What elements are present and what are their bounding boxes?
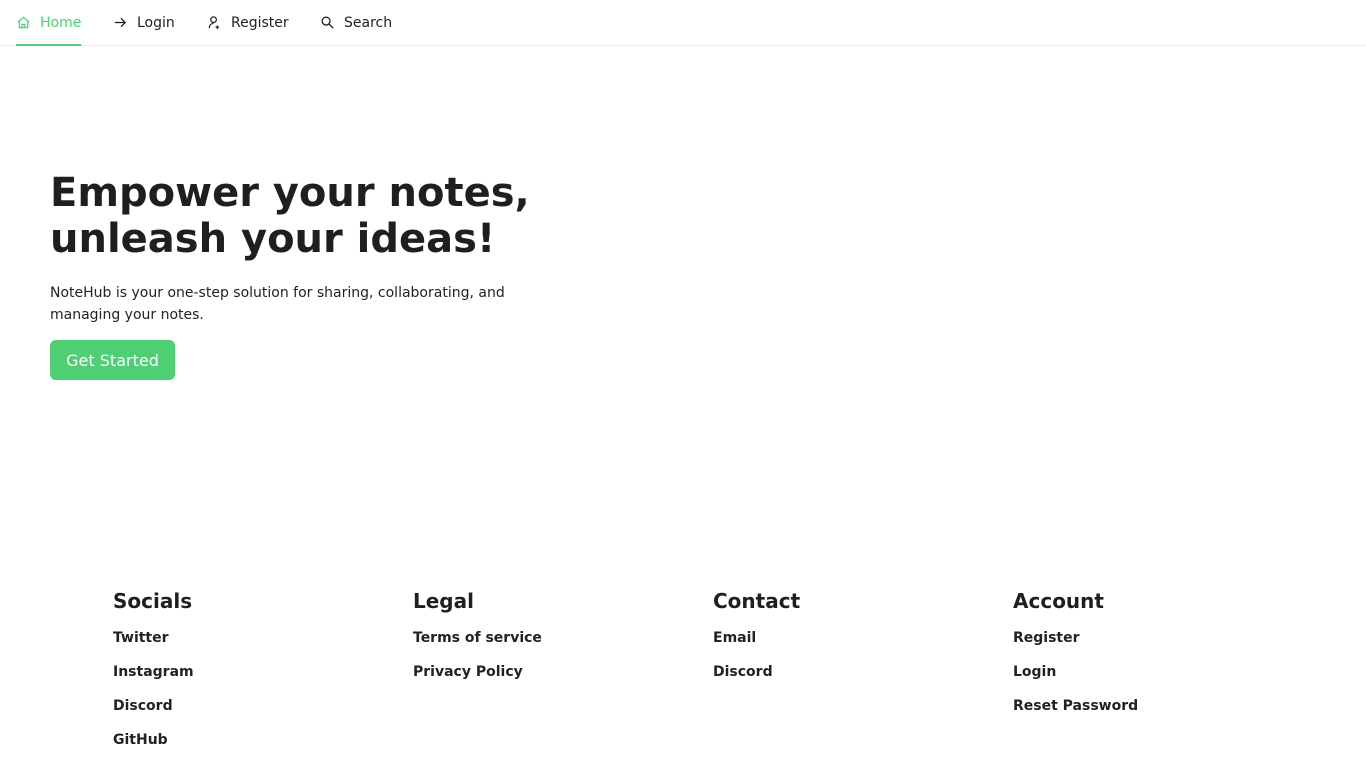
- nav-home-label: Home: [40, 14, 82, 31]
- nav-login[interactable]: Login: [113, 0, 175, 45]
- footer-link-twitter[interactable]: Twitter: [113, 621, 393, 655]
- nav-login-label: Login: [137, 14, 175, 31]
- hero-description: NoteHub is your one-step solution for sh…: [50, 285, 505, 323]
- footer-link-discord-contact[interactable]: Discord: [713, 655, 993, 689]
- footer-column-account: Account Register Login Reset Password: [1013, 588, 1293, 723]
- hero-title-line2: unleash your ideas!: [50, 216, 496, 262]
- footer-column-contact: Contact Email Discord: [713, 588, 993, 689]
- footer-link-terms[interactable]: Terms of service: [413, 621, 693, 655]
- footer-link-instagram[interactable]: Instagram: [113, 655, 393, 689]
- arrow-right-icon: [114, 17, 127, 28]
- nav-register[interactable]: Register: [207, 0, 289, 45]
- nav-home[interactable]: Home: [16, 0, 82, 46]
- home-icon: [17, 16, 30, 29]
- footer-heading: Account: [1013, 589, 1104, 613]
- footer-heading: Socials: [113, 589, 193, 613]
- hero-title: Empower your notes, unleash your ideas!: [50, 170, 570, 262]
- footer-column-legal: Legal Terms of service Privacy Policy: [413, 588, 693, 689]
- nav-search[interactable]: Search: [320, 0, 392, 45]
- get-started-button[interactable]: Get Started: [50, 340, 175, 380]
- footer-link-register[interactable]: Register: [1013, 621, 1293, 655]
- footer-heading: Legal: [413, 589, 474, 613]
- footer-link-privacy[interactable]: Privacy Policy: [413, 655, 693, 689]
- footer-link-discord[interactable]: Discord: [113, 689, 393, 723]
- footer-link-login[interactable]: Login: [1013, 655, 1293, 689]
- hero-title-line1: Empower your notes,: [50, 170, 530, 216]
- footer-link-email[interactable]: Email: [713, 621, 993, 655]
- footer-heading: Contact: [713, 589, 801, 613]
- footer-link-github[interactable]: GitHub: [113, 723, 393, 757]
- footer-column-socials: Socials Twitter Instagram Discord GitHub: [113, 588, 393, 757]
- top-nav: Home Login Register Search: [0, 0, 1366, 46]
- footer-link-reset-password[interactable]: Reset Password: [1013, 689, 1293, 723]
- search-icon: [321, 16, 334, 29]
- nav-register-label: Register: [231, 14, 289, 31]
- user-plus-icon: [208, 16, 220, 30]
- nav-search-label: Search: [344, 14, 393, 31]
